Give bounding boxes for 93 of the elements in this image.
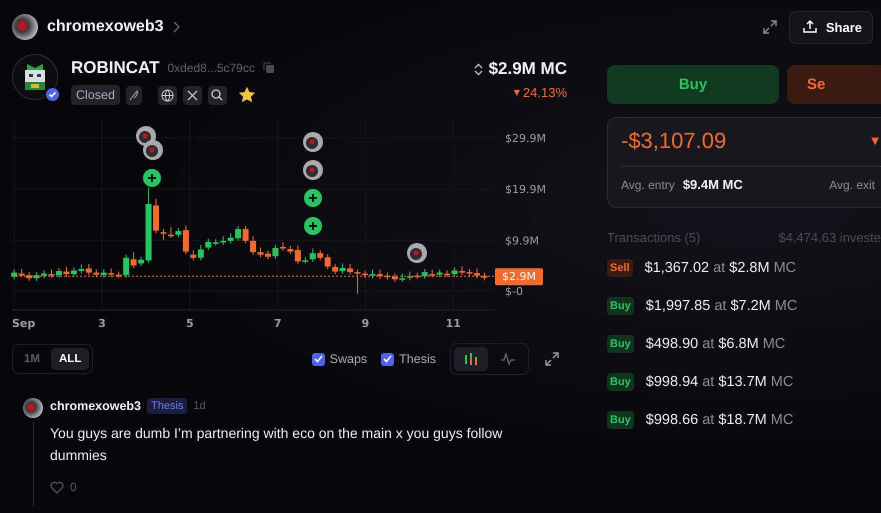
username[interactable]: chromexoweb3	[47, 18, 164, 36]
x-logo-icon[interactable]	[182, 86, 202, 104]
candlestick	[63, 266, 70, 278]
globe-icon[interactable]	[158, 86, 177, 104]
avatar-marker-icon[interactable]	[407, 243, 427, 263]
candlestick	[86, 263, 92, 276]
candlestick	[242, 226, 249, 244]
candlestick	[272, 244, 278, 260]
comment-text: You guys are dumb I’m partnering with eco on the main x you guys follow dummies	[50, 424, 504, 465]
candlestick	[198, 244, 204, 261]
transactions-title: Transactions (5)	[607, 230, 700, 245]
sell-button[interactable]: Se	[787, 65, 881, 104]
candlestick	[182, 225, 189, 255]
candlestick	[250, 236, 256, 256]
buy-button[interactable]: Buy	[607, 65, 779, 104]
pnl-value: -$3,107.09	[621, 128, 726, 154]
range-tab[interactable]: ALL	[50, 348, 90, 370]
expand-icon[interactable]	[545, 352, 559, 366]
checkbox[interactable]	[381, 352, 394, 366]
candlestick	[340, 262, 346, 274]
axis-label: 9	[362, 317, 370, 330]
candlestick	[332, 263, 338, 275]
like-count: 0	[70, 480, 77, 494]
buy-tag: Buy	[607, 297, 634, 315]
axis-label: Sep	[12, 317, 36, 330]
feather-icon[interactable]	[126, 86, 142, 104]
transaction-text: $998.94 at $13.7M MC	[646, 374, 794, 390]
axis-label: 11	[446, 317, 461, 330]
expand-icon[interactable]	[762, 20, 777, 34]
axis-label: $19.9M	[505, 183, 546, 196]
sell-tag: Sell	[607, 259, 633, 277]
candlestick	[56, 268, 62, 278]
axis-label: $9.9M	[505, 234, 539, 248]
candlestick	[310, 248, 316, 262]
candlestick	[160, 228, 166, 240]
chart-type-button[interactable]	[454, 347, 488, 371]
chevron-right-icon[interactable]	[172, 21, 180, 33]
invested-total: $4,474.63 investe	[778, 230, 881, 245]
token-name: ROBINCAT	[71, 58, 160, 78]
heart-icon[interactable]	[50, 480, 64, 494]
user-avatar[interactable]	[12, 14, 38, 40]
axis-label: 5	[186, 317, 194, 330]
market-cap: $2.9M MC	[488, 59, 567, 79]
buy-tag: Buy	[607, 373, 634, 391]
user-avatar[interactable]	[23, 398, 43, 418]
comment-author[interactable]: chromexoweb3	[50, 399, 142, 413]
candlestick	[347, 263, 354, 276]
candlestick	[452, 266, 458, 278]
price-tag: $2.9M	[495, 268, 543, 286]
entry-label: Avg. entry	[621, 178, 675, 192]
transaction-text: $1,367.02 at $2.8M MC	[644, 260, 796, 276]
axis-label: 3	[98, 317, 106, 330]
candlestick	[130, 252, 137, 269]
avatar-marker-icon[interactable]	[303, 160, 323, 180]
plus-icon[interactable]	[143, 169, 161, 187]
checkbox[interactable]	[312, 352, 325, 366]
trend-arrow: ▼	[871, 136, 879, 146]
transaction-text: $998.66 at $18.7M MC	[646, 412, 794, 428]
trend-arrow: ▼	[514, 88, 520, 97]
axis-label: $29.9M	[505, 132, 546, 145]
candlestick	[123, 254, 130, 278]
plus-icon[interactable]	[304, 189, 322, 207]
axis-label: 7	[274, 317, 282, 330]
candlestick	[175, 228, 182, 238]
status-badge: Closed	[71, 85, 120, 105]
candlestick	[354, 269, 361, 294]
sort-icon[interactable]	[474, 62, 483, 76]
token-address: 0xded8...5c79cc	[167, 61, 255, 75]
comment-time: 1d	[193, 400, 206, 412]
line-chart-icon	[500, 352, 516, 366]
candlestick-icon	[464, 352, 478, 366]
checkbox-label: Swaps	[330, 352, 368, 366]
price-change: 24.13%	[522, 85, 567, 100]
entry-value: $9.4M MC	[682, 177, 743, 192]
buy-tag: Buy	[607, 411, 634, 429]
star-icon[interactable]	[238, 87, 255, 103]
candlestick	[190, 250, 196, 261]
candlestick	[422, 268, 428, 280]
transaction-text: $1,997.85 at $7.2M MC	[646, 298, 798, 314]
avatar-marker-icon[interactable]	[143, 140, 163, 160]
axis-label: $-0	[505, 285, 523, 298]
share-icon	[802, 19, 818, 35]
buy-tag: Buy	[607, 335, 634, 353]
candlestick	[168, 226, 174, 238]
checkbox-label: Thesis	[399, 352, 436, 366]
plus-icon[interactable]	[304, 217, 322, 235]
transaction-text: $498.90 at $6.8M MC	[646, 336, 786, 352]
thesis-tag: Thesis	[147, 398, 188, 414]
ref-line-label: $2.9M	[502, 270, 536, 284]
search-icon[interactable]	[208, 86, 227, 104]
exit-label: Avg. exit	[829, 178, 875, 192]
share-button[interactable]: Share	[788, 10, 873, 44]
avatar-marker-icon[interactable]	[303, 132, 323, 152]
